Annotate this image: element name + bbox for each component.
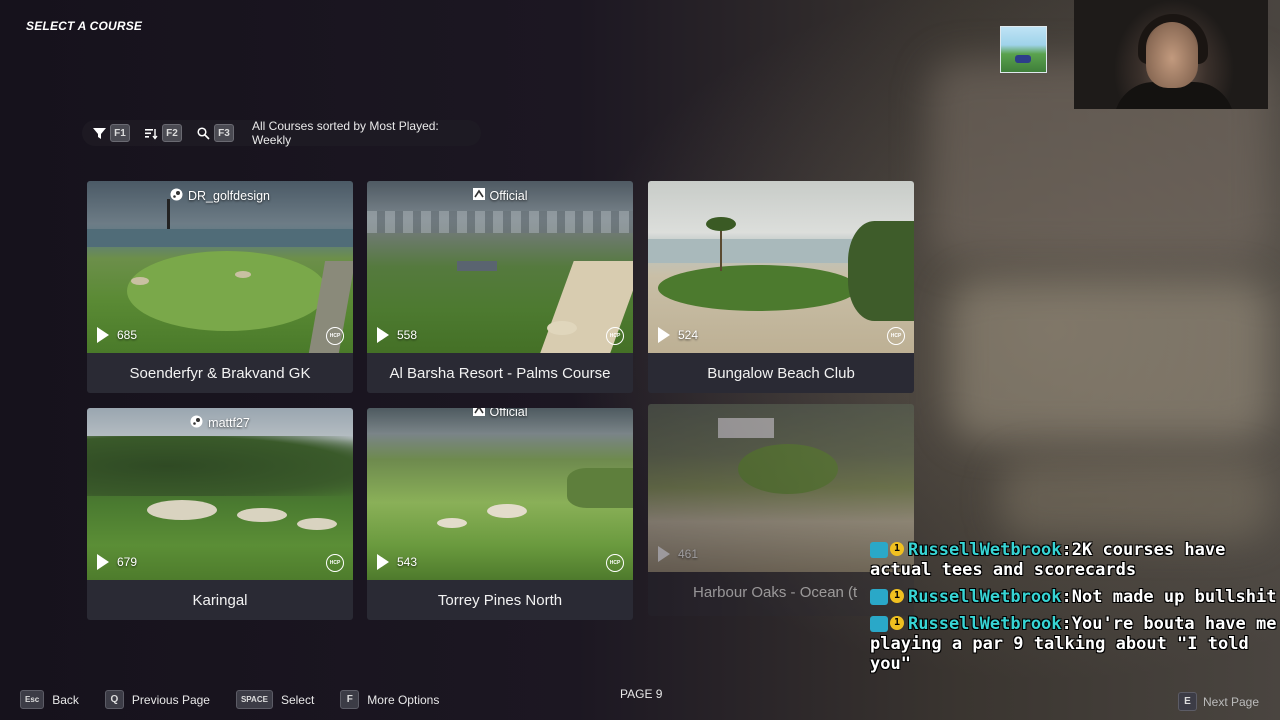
steam-icon <box>190 415 203 431</box>
subscriber-badge-icon <box>870 542 888 558</box>
course-author: Official <box>367 408 633 419</box>
e-key-hint: E <box>1178 692 1197 711</box>
play-count: 679 <box>97 554 137 570</box>
previous-page-button[interactable]: Q Previous Page <box>104 690 210 709</box>
play-icon <box>97 554 109 570</box>
chat-message: 1 RussellWetbrook:Not made up bullshit <box>870 587 1280 607</box>
hcp-icon: HCP <box>887 327 905 345</box>
filter-icon <box>92 126 106 140</box>
course-name: Al Barsha Resort - Palms Course <box>389 364 611 382</box>
chat-username: RussellWetbrook <box>908 614 1062 634</box>
steam-icon <box>170 188 183 204</box>
search-icon <box>196 126 210 140</box>
chat-message: 1 RussellWetbrook:2K courses have actual … <box>870 540 1236 580</box>
filter-bar: F1 F2 F3 All Courses sorted by Most Play… <box>82 119 481 147</box>
space-key-hint: SPACE <box>235 690 273 709</box>
more-options-button[interactable]: F More Options <box>340 690 439 709</box>
play-icon <box>658 546 670 562</box>
play-icon <box>377 554 389 570</box>
play-icon <box>97 327 109 343</box>
official-icon <box>472 408 485 419</box>
background-blur <box>950 280 1270 440</box>
chat-badges: 1 <box>870 616 904 632</box>
play-count: 524 <box>658 327 698 343</box>
filter-key-hint: F1 <box>110 124 130 142</box>
chat-badges: 1 <box>870 589 904 605</box>
chat-message: 1 RussellWetbrook:You're bouta have me pl… <box>870 614 1280 674</box>
course-card[interactable]: Official 558 HCP Al Barsha Resort - Palm… <box>367 181 633 393</box>
course-author: Official <box>367 188 633 203</box>
chat-text: Not made up bullshit <box>1071 587 1277 607</box>
bits-badge-icon: 1 <box>890 616 904 630</box>
select-button[interactable]: SPACE Select <box>235 690 314 709</box>
stream-overlay-thumbnail <box>1000 26 1047 73</box>
play-icon <box>377 327 389 343</box>
hcp-icon: HCP <box>326 327 344 345</box>
footer-controls: Esc Back Q Previous Page SPACE Select F … <box>20 690 457 709</box>
webcam-overlay <box>1074 0 1268 109</box>
q-key-hint: Q <box>104 690 124 709</box>
search-key-hint: F3 <box>214 124 234 142</box>
course-card[interactable]: 524 HCP Bungalow Beach Club <box>648 181 914 393</box>
course-card[interactable]: Official 543 HCP Torrey Pines North <box>367 408 633 620</box>
hcp-icon: HCP <box>326 554 344 572</box>
play-count: 685 <box>97 327 137 343</box>
bits-badge-icon: 1 <box>890 589 904 603</box>
course-name: Torrey Pines North <box>437 591 563 609</box>
back-button[interactable]: Esc Back <box>20 690 79 709</box>
play-icon <box>658 327 670 343</box>
next-page-button[interactable]: E Next Page <box>1178 692 1259 711</box>
play-count: 461 <box>658 546 698 562</box>
chat-username: RussellWetbrook <box>908 540 1062 560</box>
course-author: mattf27 <box>87 415 353 431</box>
sort-status-text: All Courses sorted by Most Played: Weekl… <box>252 119 439 147</box>
f-key-hint: F <box>340 690 360 709</box>
page-title: SELECT A COURSE <box>26 19 143 33</box>
course-name: Soenderfyr & Brakvand GK <box>129 364 311 382</box>
background-blur <box>1000 460 1270 540</box>
official-icon <box>472 188 485 203</box>
course-name: Karingal <box>192 591 248 609</box>
sort-key-hint: F2 <box>162 124 182 142</box>
course-card[interactable]: DR_golfdesign 685 HCP Soenderfyr & Brakv… <box>87 181 353 393</box>
subscriber-badge-icon <box>870 589 888 605</box>
play-count: 558 <box>377 327 417 343</box>
course-name: Bungalow Beach Club <box>707 364 855 382</box>
course-card[interactable]: mattf27 679 HCP Karingal <box>87 408 353 620</box>
course-author: DR_golfdesign <box>87 188 353 204</box>
search-button[interactable]: F3 <box>196 124 234 142</box>
chat-badges: 1 <box>870 542 904 558</box>
subscriber-badge-icon <box>870 616 888 632</box>
hcp-icon: HCP <box>606 327 624 345</box>
play-count: 543 <box>377 554 417 570</box>
bits-badge-icon: 1 <box>890 542 904 556</box>
esc-key-hint: Esc <box>20 690 45 709</box>
chat-username: RussellWetbrook <box>908 587 1062 607</box>
page-indicator: PAGE 9 <box>620 687 663 701</box>
sort-button[interactable]: F2 <box>144 124 182 142</box>
sort-icon <box>144 126 158 140</box>
filter-button[interactable]: F1 <box>92 124 130 142</box>
stream-chat-overlay: 1 RussellWetbrook:2K courses have actual … <box>870 540 1280 681</box>
hcp-icon: HCP <box>606 554 624 572</box>
